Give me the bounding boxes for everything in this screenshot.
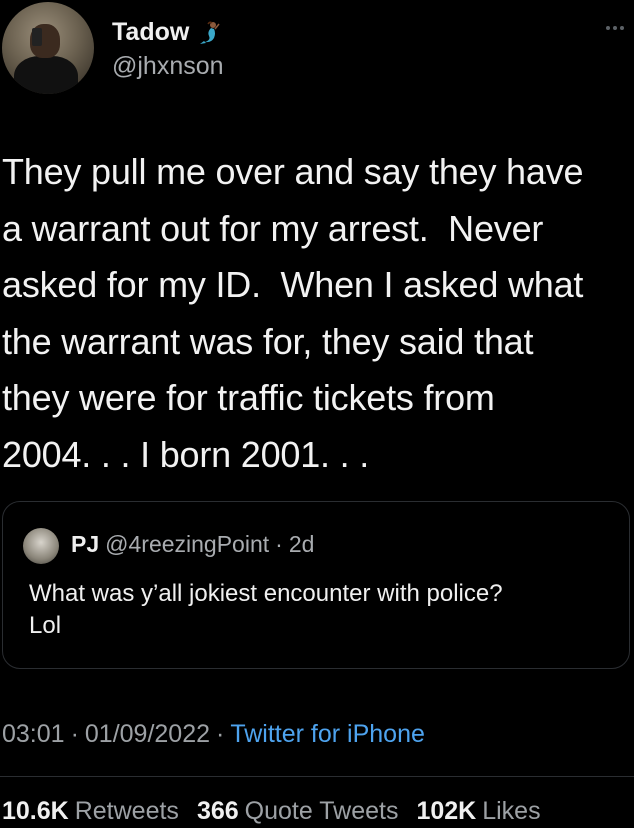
quote-tweets-label: Quote Tweets	[244, 797, 399, 825]
dot	[606, 26, 610, 30]
dot	[620, 26, 624, 30]
quoted-name: PJ	[71, 531, 100, 557]
retweets-count: 10.6K	[2, 797, 69, 825]
quoted-age: 2d	[288, 531, 315, 557]
user-handle[interactable]: @jhxnson	[112, 52, 224, 81]
quoted-handle: @4reezingPoint	[105, 531, 270, 557]
user-avatar[interactable]	[2, 2, 94, 94]
dot	[613, 26, 617, 30]
avatar-body-shape	[14, 56, 78, 94]
divider	[0, 776, 634, 777]
mermaid-emoji-icon	[200, 20, 220, 44]
avatar-phone-shape	[32, 28, 42, 46]
tweet-meta: 03:01 · 01/09/2022 · Twitter for iPhone	[2, 720, 425, 749]
quoted-separator: ·	[275, 531, 283, 557]
likes-stat[interactable]: 102K Likes	[416, 797, 540, 826]
tweet-screenshot: Tadow @jhxnson They pull me over and say…	[0, 0, 634, 828]
meta-separator: ·	[216, 720, 225, 748]
name-row: Tadow	[112, 18, 223, 47]
quote-tweets-stat[interactable]: 366 Quote Tweets	[197, 797, 399, 826]
quoted-text: What was y’all jokiest encounter with po…	[29, 580, 503, 639]
tweet-stats: 10.6K Retweets 366 Quote Tweets 102K Lik…	[2, 797, 541, 826]
retweets-label: Retweets	[74, 797, 179, 825]
more-options-icon[interactable]	[606, 26, 624, 30]
tweet-text: They pull me over and say they have a wa…	[2, 151, 584, 475]
retweets-stat[interactable]: 10.6K Retweets	[2, 797, 179, 826]
tweet-source-link[interactable]: Twitter for iPhone	[230, 720, 425, 749]
display-name[interactable]: Tadow	[112, 18, 189, 47]
quoted-header: PJ @4reezingPoint · 2d	[71, 531, 314, 558]
quoted-avatar[interactable]	[23, 528, 59, 564]
tweet-date: 01/09/2022	[84, 720, 211, 748]
likes-label: Likes	[482, 797, 541, 825]
meta-separator: ·	[70, 720, 79, 748]
quoted-tweet[interactable]: PJ @4reezingPoint · 2d What was y’all jo…	[2, 501, 630, 669]
tweet-time: 03:01	[2, 720, 65, 748]
quote-tweets-count: 366	[196, 797, 239, 825]
likes-count: 102K	[416, 797, 477, 825]
